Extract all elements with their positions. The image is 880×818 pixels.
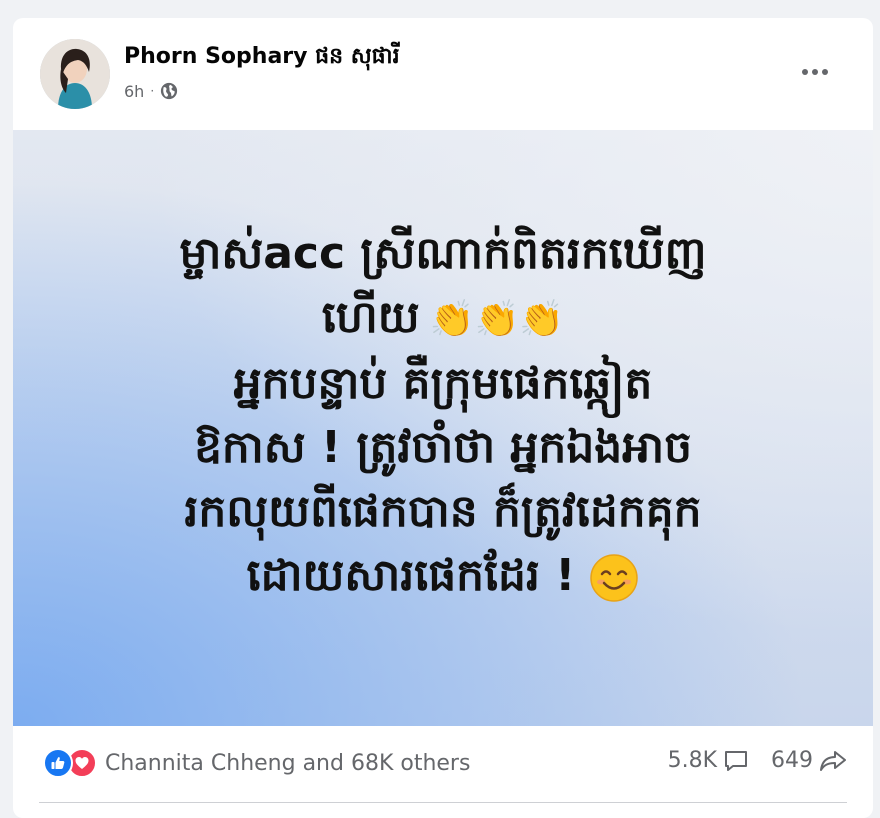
image-text-line-1: ម្ចាស់acc ស្រីណាក់ពិតរកឃើញ [179, 228, 707, 279]
image-text-line-6-text: ដោយសារផេកដែរ ! [246, 550, 576, 601]
like-icon [43, 748, 73, 778]
clapping-hands-icon: 👏👏👏 [429, 299, 565, 340]
author-name[interactable]: Phorn Sophary ផន សុផារី [124, 42, 400, 74]
author-avatar[interactable] [40, 39, 110, 109]
reaction-names[interactable]: Channita Chheng and 68K others [105, 751, 470, 776]
shares-count[interactable]: 649 [771, 748, 847, 773]
post-image-text: ម្ចាស់acc ស្រីណាក់ពិតរកឃើញ ហើយ 👏👏👏 អ្នកបន… [43, 222, 843, 608]
reactions-summary[interactable]: Channita Chheng and 68K others [43, 748, 470, 778]
post-image[interactable]: ម្ចាស់acc ស្រីណាក់ពិតរកឃើញ ហើយ 👏👏👏 អ្នកបន… [13, 130, 873, 726]
more-options-icon-dot [822, 69, 828, 75]
post-time[interactable]: 6h [124, 82, 144, 101]
more-options-button[interactable] [791, 54, 839, 90]
post-header: Phorn Sophary ផន សុផារី 6h · [13, 18, 873, 130]
shares-count-value: 649 [771, 748, 813, 773]
more-options-icon-dot [812, 69, 818, 75]
thumbs-up-icon [51, 757, 65, 769]
image-text-line-2-text: ហើយ [321, 292, 420, 343]
image-text-line-3: អ្នកបន្ទាប់ គឺក្រុមផេកឆ្កៀត [233, 358, 653, 409]
image-text-line-6: ដោយសារផេកដែរ ! [43, 544, 843, 608]
avatar-image [40, 39, 110, 109]
comment-icon [725, 750, 747, 771]
engagement-counts: 5.8K 649 [668, 748, 847, 773]
meta-separator: · [150, 84, 155, 98]
comments-count-value: 5.8K [667, 748, 717, 773]
more-options-icon [802, 69, 808, 75]
image-text-line-5: រកលុយពីផេកបាន ក៏ត្រូវដេកគុក [184, 486, 702, 537]
smiling-face-icon [590, 554, 639, 602]
post-meta: 6h · [124, 80, 178, 102]
heart-icon [75, 757, 89, 769]
share-icon [820, 750, 846, 771]
globe-icon[interactable] [160, 82, 178, 100]
image-text-line-4: ឱកាស ! ត្រូវចាំថា អ្នកឯងអាច [193, 422, 693, 473]
post-footer: Channita Chheng and 68K others 5.8K 649 [13, 726, 873, 806]
post-card: Phorn Sophary ផន សុផារី 6h · ម្ចាស់acc ស… [13, 18, 873, 818]
image-text-line-2: ហើយ 👏👏👏 [43, 286, 843, 352]
footer-divider [39, 802, 847, 803]
comments-count[interactable]: 5.8K [668, 748, 749, 773]
